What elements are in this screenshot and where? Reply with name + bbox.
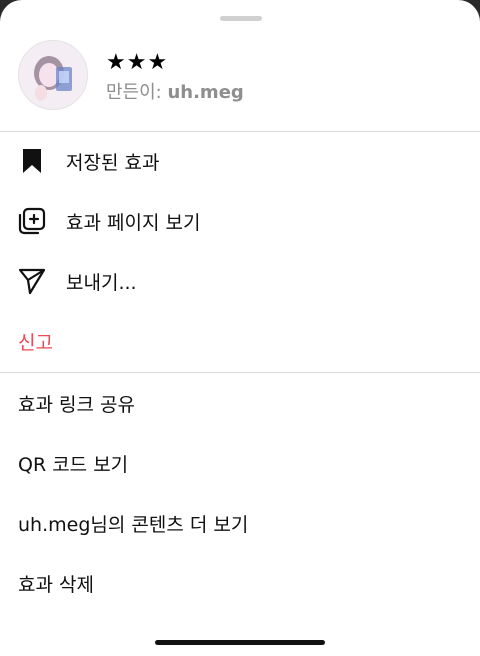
- menu-item-label: 효과 삭제: [18, 573, 94, 596]
- share-effect-link-item[interactable]: 효과 링크 공유: [0, 373, 480, 433]
- effect-page-icon: [18, 207, 46, 235]
- menu-item-label: 보내기...: [66, 271, 137, 294]
- effect-options-sheet: ★★★ 만든이: uh.meg 저장된 효과 효과 페이지 보기 보내기...: [0, 0, 480, 656]
- view-effect-page-item[interactable]: 효과 페이지 보기: [0, 191, 480, 251]
- report-item[interactable]: 신고: [0, 311, 480, 371]
- creator-line: 만든이: uh.meg: [106, 78, 244, 104]
- menu-item-label: 효과 페이지 보기: [66, 211, 201, 234]
- send-icon: [18, 267, 46, 295]
- menu-item-label: QR 코드 보기: [18, 453, 129, 476]
- more-from-creator-item[interactable]: uh.meg님의 콘텐츠 더 보기: [0, 493, 480, 553]
- sheet-grabber[interactable]: [220, 16, 262, 21]
- view-qr-code-item[interactable]: QR 코드 보기: [0, 433, 480, 493]
- menu-item-label: uh.meg님의 콘텐츠 더 보기: [18, 513, 249, 536]
- menu-item-label: 신고: [18, 331, 53, 354]
- effect-header: ★★★ 만든이: uh.meg: [0, 40, 480, 110]
- avatar-photo: [19, 41, 87, 109]
- creator-avatar[interactable]: [18, 40, 88, 110]
- saved-effects-item[interactable]: 저장된 효과: [0, 131, 480, 191]
- home-indicator[interactable]: [155, 640, 325, 645]
- send-item[interactable]: 보내기...: [0, 251, 480, 311]
- menu-item-label: 효과 링크 공유: [18, 393, 135, 416]
- effect-title: ★★★: [106, 50, 169, 75]
- delete-effect-item[interactable]: 효과 삭제: [0, 553, 480, 613]
- menu-item-label: 저장된 효과: [66, 151, 160, 174]
- creator-name[interactable]: uh.meg: [167, 82, 243, 103]
- bookmark-icon: [18, 147, 46, 175]
- creator-prefix: 만든이:: [106, 82, 168, 103]
